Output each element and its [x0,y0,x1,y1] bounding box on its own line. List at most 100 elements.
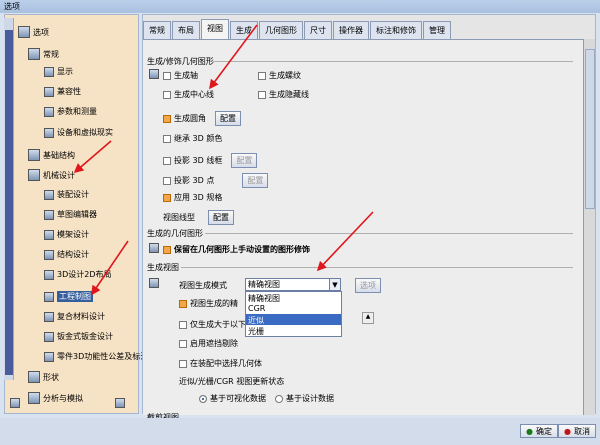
gen-axis-row[interactable]: 生成轴 [163,70,198,81]
tab-bar: 常规 布局 视图 生成 几何图形 尺寸 操作器 标注和修饰 管理 [143,19,452,41]
only-larger-row[interactable]: 仅生成大于以下 [179,319,246,330]
tree-item-18[interactable]: 分析与模拟 [28,392,83,404]
size-spinner[interactable]: ▲ [362,312,374,324]
tree-item-label: 显示 [57,67,73,76]
ok-icon: ● [526,426,533,436]
dropdown-option-1[interactable]: CGR [246,303,341,314]
keep-manual-checkbox[interactable] [163,245,171,254]
gen-centerline-checkbox[interactable] [163,90,171,99]
tree-item-3[interactable]: 兼容性 [44,86,81,97]
tree-item-10[interactable]: 模架设计 [44,229,89,240]
tree-item-11[interactable]: 结构设计 [44,249,89,260]
radio-visual[interactable] [199,394,207,403]
dropdown-option-0[interactable]: 精确视图 [246,292,341,303]
tree-item-2[interactable]: 显示 [44,66,73,77]
tab-8[interactable]: 管理 [423,21,451,41]
keep-manual-icon [149,243,159,253]
radio-visual-row[interactable]: 基于可视化数据 [199,393,266,404]
precise-gen-checkbox[interactable] [179,299,187,308]
proj-wire-row[interactable]: 投影 3D 线框 配置 [163,153,258,168]
apply-spec-row[interactable]: 应用 3D 规格 [163,192,222,203]
tree-node-icon [44,209,54,220]
content-scrollbar[interactable] [583,39,595,415]
options-window: 选项 选项 常规 显示 兼容性 参数和测量 设备和虚拟现实 基础结构 机械设计 装配设计 草图编辑… [0,0,600,445]
tree-item-0[interactable]: 选项 [18,26,49,38]
tree-item-5[interactable]: 设备和虚拟现实 [44,127,113,138]
select-assembly-row[interactable]: 在装配中选择几何体 [179,358,262,369]
inherit-color-row[interactable]: 继承 3D 颜色 [163,133,222,144]
gen-hidden-checkbox[interactable] [258,90,266,99]
precise-gen-row[interactable]: 视图生成的精 [179,298,238,309]
inherit-color-checkbox[interactable] [163,134,171,143]
tree-node-icon [44,106,54,117]
only-larger-checkbox[interactable] [179,320,187,329]
proj-point-config-button[interactable]: 配置 [242,173,269,188]
view-mode-dropdown-list[interactable]: 精确视图 CGR 近似 光栅 [245,291,342,337]
tree-node-icon [44,331,54,342]
tree-item-label: 分析与模拟 [43,393,83,403]
tree-item-14[interactable]: 复合材料设计 [44,311,105,322]
tree-item-label: 形状 [43,372,59,382]
tree-node-icon [44,127,54,138]
select-assembly-checkbox[interactable] [179,359,187,368]
gen-thread-checkbox[interactable] [258,71,266,80]
tree-item-label: 参数和测量 [57,107,97,116]
occlusion-checkbox[interactable] [179,339,187,348]
tree-item-7[interactable]: 机械设计 [28,169,75,181]
tree-node-icon [44,86,54,97]
keep-manual-row[interactable]: 保留在几何图形上手动设置的图形修饰 [163,244,310,255]
section-generated-geo-title: 生成的几何图形 [147,229,203,238]
tree-toolbar-icon-1[interactable] [10,398,20,411]
radio-design[interactable] [275,394,283,403]
chevron-down-icon[interactable]: ▼ [329,279,340,290]
occlusion-row[interactable]: 启用遮挡剔除 [179,338,238,349]
tree-item-4[interactable]: 参数和测量 [44,106,97,117]
tab-4[interactable]: 几何图形 [259,21,303,41]
tree-item-12[interactable]: 3D设计2D布局 [44,269,112,280]
tab-2[interactable]: 视图 [201,19,229,39]
tab-7[interactable]: 标注和修饰 [370,21,422,41]
tab-6[interactable]: 操作器 [333,21,369,41]
gen-fillet-checkbox[interactable] [163,114,171,123]
tree-node-icon [28,371,40,383]
proj-point-checkbox[interactable] [163,176,171,185]
gen-centerline-row[interactable]: 生成中心线 [163,89,214,100]
tree-item-9[interactable]: 草图编辑器 [44,209,97,220]
cancel-button[interactable]: ● 取消 [558,424,596,438]
tree-item-15[interactable]: 钣金式钣金设计 [44,331,113,342]
tree-item-6[interactable]: 基础结构 [28,149,75,161]
view-gen-mode-label: 视图生成模式 [179,281,227,290]
radio-design-row[interactable]: 基于设计数据 [275,393,334,404]
tab-0[interactable]: 常规 [143,21,171,41]
proj-wire-checkbox[interactable] [163,156,171,165]
dropdown-option-3[interactable]: 光栅 [246,325,341,336]
tree-toolbar-icon-2[interactable] [115,398,125,411]
gen-axis-checkbox[interactable] [163,71,171,80]
gen-view-icon [149,278,159,288]
proj-point-row[interactable]: 投影 3D 点配置 [163,173,269,188]
tree-item-16[interactable]: 零件3D功能性公差及标注 [44,351,148,362]
apply-spec-checkbox[interactable] [163,193,171,202]
dropdown-option-2[interactable]: 近似 [246,314,341,325]
tree-item-13[interactable]: 工程制图 [44,291,93,302]
tab-3[interactable]: 生成 [230,21,258,41]
tab-5[interactable]: 尺寸 [304,21,332,41]
tree-item-label: 兼容性 [57,87,81,96]
proj-wire-config-button[interactable]: 配置 [231,153,258,168]
tree-item-label: 零件3D功能性公差及标注 [57,352,149,361]
tree-item-17[interactable]: 形状 [28,371,59,383]
view-gen-mode-select[interactable]: 精确视图 ▼ [245,278,341,291]
linetype-config-button[interactable]: 配置 [208,210,234,225]
options-panel: 常规 布局 视图 生成 几何图形 尺寸 操作器 标注和修饰 管理 生成/修饰几何图形 生成轴 生… [142,14,596,422]
tree-item-8[interactable]: 装配设计 [44,189,89,200]
tree-item-1[interactable]: 常规 [28,48,59,60]
tab-1[interactable]: 布局 [172,21,200,41]
gen-hidden-row[interactable]: 生成隐藏线 [258,89,309,100]
gen-thread-row[interactable]: 生成螺纹 [258,70,301,81]
gen-fillet-row[interactable]: 生成圆角 配置 [163,111,241,126]
ok-button[interactable]: ● 确定 [520,424,558,438]
fillet-config-button[interactable]: 配置 [215,111,241,126]
tree-item-label: 基础结构 [43,150,75,160]
mode-options-button[interactable]: 选项 [355,278,381,293]
tree-scrollbar[interactable] [4,18,14,380]
